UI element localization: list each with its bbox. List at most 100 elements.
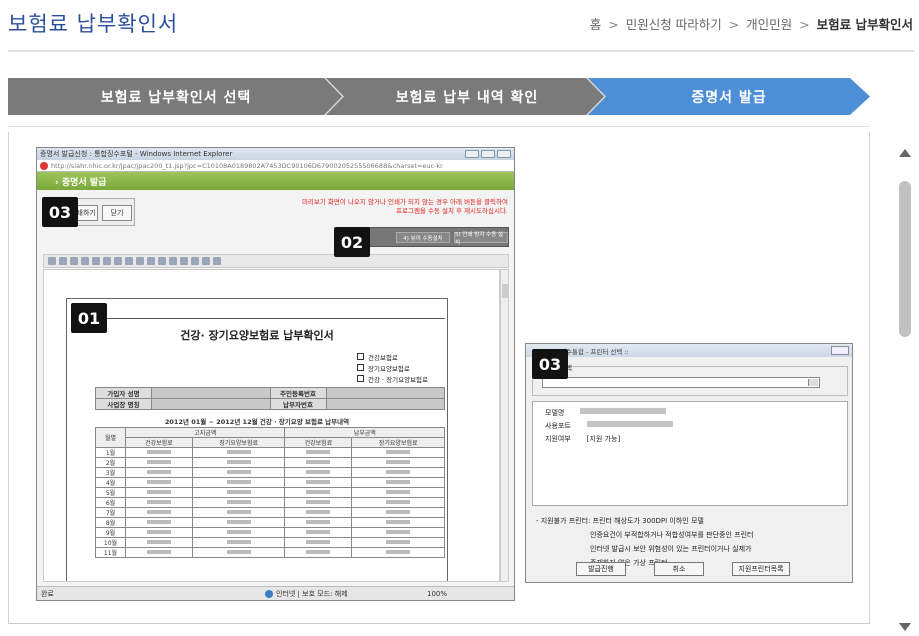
ie-title-bar: 증명서 발급신청 : 통합징수포털 - Windows Internet Exp…: [37, 148, 514, 160]
redacted-value: [386, 520, 411, 524]
redacted-amount: [191, 447, 286, 458]
model-label: 모델명: [545, 409, 565, 417]
check-item: 건강 · 장기요양보험료: [357, 375, 428, 386]
month-cell: 4월: [95, 477, 126, 488]
redacted-amount: [191, 457, 286, 468]
redacted-value: [226, 490, 251, 494]
redacted-amount: [284, 487, 353, 498]
redacted-amount: [351, 477, 445, 488]
redacted-value: [226, 530, 251, 534]
breadcrumb-separator: >: [799, 17, 810, 32]
redacted-value: [146, 520, 171, 524]
col-month: 월별: [95, 427, 126, 448]
redacted-amount: [125, 447, 193, 458]
save-icon: [48, 257, 56, 265]
redacted-value: [325, 387, 445, 399]
ie-notice: 미리보기 화면이 나오지 않거나 인쇄가 되지 않는 경우 아래 버튼을 클릭하…: [302, 198, 508, 216]
scroll-down-icon[interactable]: [899, 623, 911, 631]
label-name: 가입자 성명: [95, 387, 152, 399]
redacted-amount: [125, 497, 193, 508]
redacted-amount: [191, 547, 286, 558]
month-cell: 6월: [95, 497, 126, 508]
redacted-value: [386, 500, 411, 504]
redacted-value: [306, 500, 331, 504]
close-icon: [831, 346, 849, 355]
redacted-value: [386, 460, 411, 464]
redacted-value: [386, 470, 411, 474]
redacted-amount: [284, 497, 353, 508]
ie-address-bar: http://siahr.nhic.or.kr/jpac/jpac200_t1.…: [37, 160, 514, 172]
redacted-amount: [125, 537, 193, 548]
ie-section-bar: › 증명서 발급: [37, 172, 514, 190]
redacted-value: [306, 460, 331, 464]
payment-table: 월별 고지금액 납부금액 건강보험료 장기요양보험료 건강보험료 장기요양보험료: [95, 427, 445, 558]
redacted-value: [306, 540, 331, 544]
check-item: 장기요양보험료: [357, 364, 428, 375]
redacted-value: [146, 460, 171, 464]
breadcrumb-guide[interactable]: 민원신청 따라하기: [626, 17, 722, 32]
table-row: 2월: [95, 457, 445, 468]
redacted-value: [306, 480, 331, 484]
breadcrumb-personal[interactable]: 개인민원: [746, 17, 792, 32]
issue-button: 발급진행: [576, 562, 626, 576]
redacted-value: [306, 520, 331, 524]
cancel-button: 취소: [654, 562, 704, 576]
printer-dialog-screenshot: 징수통합 - 프린터 선택 :: 선택 모델명 사용포트 지원여부[지원 가능]…: [525, 343, 853, 583]
redacted-value: [580, 408, 667, 414]
label-payer: 납부자번호: [269, 398, 327, 410]
printer-dialog-title: 징수통합 - 프린터 선택 ::: [560, 347, 629, 356]
zone-info: 인터넷 | 보호 모드: 해제: [265, 589, 348, 599]
viewer-toolbar: [43, 254, 509, 268]
certificate-period: 2012년 01월 ~ 2012년 12월 건강 · 장기요양 보험료 납부내역: [164, 418, 350, 426]
redacted-value: [146, 540, 171, 544]
redacted-value: [306, 470, 331, 474]
page-scrollbar[interactable]: [896, 145, 914, 631]
redacted-value: [146, 490, 171, 494]
prev-page-icon: [125, 257, 133, 265]
redacted-amount: [191, 467, 286, 478]
redacted-amount: [191, 477, 286, 488]
redacted-amount: [284, 517, 353, 528]
note-line: 인증요건이 부적합하거나 적합성여부를 판단중인 프린터: [590, 531, 754, 539]
breadcrumb-separator: >: [608, 17, 619, 32]
printer-dialog-title-bar: 징수통합 - 프린터 선택 ::: [526, 344, 852, 357]
scroll-up-icon[interactable]: [899, 149, 911, 157]
redacted-value: [306, 510, 331, 514]
breadcrumb: 홈 > 민원신청 따라하기 > 개인민원 > 보험료 납부확인서: [590, 14, 913, 33]
print-guard-install-button: 5) 인쇄 방지 수동 설치: [454, 232, 508, 246]
col-ltc: 장기요양보험료: [351, 437, 445, 448]
step-3-active: 증명서 발급: [588, 78, 870, 115]
redacted-amount: [191, 517, 286, 528]
redacted-value: [226, 540, 251, 544]
redacted-amount: [125, 457, 193, 468]
redacted-amount: [125, 547, 193, 558]
stop-icon: [40, 161, 48, 170]
table-row: 8월: [95, 517, 445, 528]
redacted-value: [386, 450, 411, 454]
redacted-amount: [351, 507, 445, 518]
printer-select: [542, 377, 820, 388]
redacted-value: [325, 398, 445, 410]
redacted-amount: [284, 527, 353, 538]
redacted-value: [226, 520, 251, 524]
redacted-amount: [284, 467, 353, 478]
zoom-level: 100%: [427, 589, 448, 598]
note-line: 존재하지 않은 가상 프린터: [590, 559, 668, 567]
col-ltc: 장기요양보험료: [191, 437, 286, 448]
redacted-amount: [351, 467, 445, 478]
redacted-value: [151, 387, 271, 399]
export-icon: [202, 257, 210, 265]
scroll-thumb[interactable]: [899, 181, 911, 337]
grid-icon: [191, 257, 199, 265]
redacted-amount: [351, 527, 445, 538]
table-row: 3월: [95, 467, 445, 478]
ie-title: 증명서 발급신청 : 통합징수포털 - Windows Internet Exp…: [40, 150, 233, 158]
view-icon: [180, 257, 188, 265]
redacted-amount: [351, 457, 445, 468]
badge-01: 01: [71, 303, 107, 333]
redacted-value: [306, 450, 331, 454]
redacted-amount: [284, 537, 353, 548]
breadcrumb-home[interactable]: 홈: [590, 17, 602, 32]
ie-window-screenshot: 증명서 발급신청 : 통합징수포털 - Windows Internet Exp…: [36, 147, 515, 601]
redacted-value: [146, 480, 171, 484]
